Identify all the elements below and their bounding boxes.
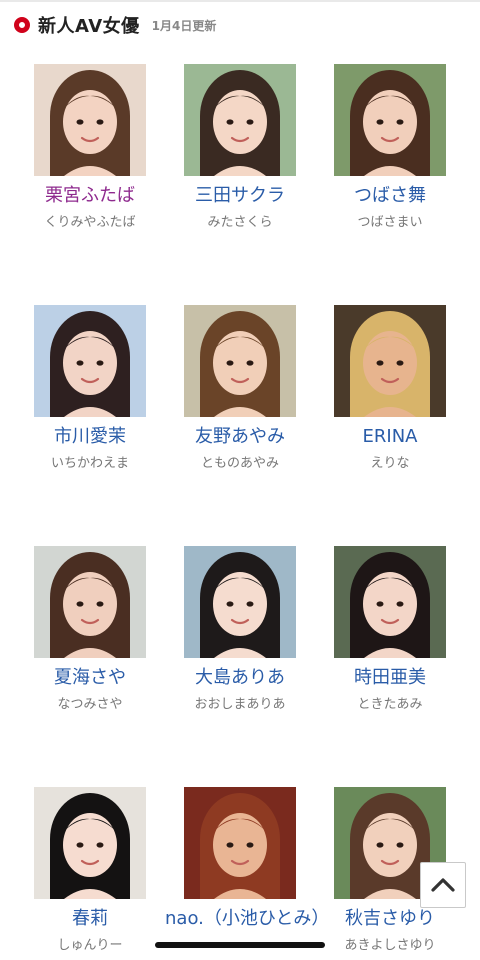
- actress-photo[interactable]: [334, 305, 446, 417]
- actress-name-link[interactable]: ERINA: [315, 425, 465, 449]
- actress-card[interactable]: 市川愛茉いちかわえま: [15, 305, 165, 473]
- actress-kana: おおしまありあ: [194, 697, 286, 712]
- actress-name-link[interactable]: nao.（小池ひとみ）: [165, 907, 329, 931]
- actress-photo[interactable]: [184, 787, 296, 899]
- actress-name-link[interactable]: つばさ舞: [315, 184, 465, 208]
- actress-name-link[interactable]: 三田サクラ: [165, 184, 315, 208]
- actress-name-link[interactable]: 友野あやみ: [165, 425, 315, 449]
- actress-card[interactable]: 大島ありあおおしまありあ: [165, 546, 315, 714]
- section-header: 新人AV女優 1月4日更新: [14, 10, 216, 40]
- actress-card[interactable]: 時田亜美 ときたあみ: [315, 546, 465, 714]
- actress-name-link[interactable]: 秋吉さゆり: [315, 907, 465, 931]
- actress-photo[interactable]: [334, 64, 446, 176]
- actress-kana: つばさまい: [357, 215, 423, 230]
- actress-card[interactable]: 夏海さや なつみさや: [15, 546, 165, 714]
- actress-photo[interactable]: [334, 546, 446, 658]
- actress-card[interactable]: 春莉 しゅんりー: [15, 787, 165, 955]
- scroll-to-top-button[interactable]: [420, 862, 466, 908]
- actress-photo[interactable]: [184, 546, 296, 658]
- actress-kana: えりな: [370, 456, 410, 471]
- home-indicator: [155, 942, 325, 948]
- actress-photo[interactable]: [184, 64, 296, 176]
- section-title: 新人AV女優: [38, 16, 140, 37]
- actress-kana: なつみさや: [57, 697, 123, 712]
- red-ring-icon: [14, 17, 30, 33]
- page: 新人AV女優 1月4日更新 栗宮ふたば くりみやふたば 三田サクラ みたさくら つばさ舞…: [0, 0, 480, 960]
- actress-kana: あきよしさゆり: [344, 938, 436, 953]
- actress-card[interactable]: nao.（小池ひとみ）: [165, 787, 329, 931]
- actress-card[interactable]: 三田サクラみたさくら: [165, 64, 315, 232]
- actress-name-link[interactable]: 時田亜美: [315, 666, 465, 690]
- actress-name-link[interactable]: 春莉: [15, 907, 165, 931]
- actress-photo[interactable]: [34, 787, 146, 899]
- actress-photo[interactable]: [184, 305, 296, 417]
- top-divider: [0, 0, 480, 2]
- actress-name-link[interactable]: 大島ありあ: [165, 666, 315, 690]
- updated-date: 1月4日更新: [151, 18, 217, 33]
- actress-kana: とものあやみ: [200, 456, 279, 471]
- actress-kana: くりみやふたば: [44, 215, 136, 230]
- actress-kana: いちかわえま: [50, 456, 129, 471]
- actress-kana: みたさくら: [207, 215, 273, 230]
- actress-name-link[interactable]: 夏海さや: [15, 666, 165, 690]
- actress-card[interactable]: ERINA えりな: [315, 305, 465, 473]
- actress-photo[interactable]: [34, 305, 146, 417]
- actress-photo[interactable]: [34, 64, 146, 176]
- actress-kana: しゅんりー: [57, 938, 123, 953]
- actress-card[interactable]: 友野あやみとものあやみ: [165, 305, 315, 473]
- actress-photo[interactable]: [34, 546, 146, 658]
- chevron-up-icon: [431, 878, 455, 892]
- actress-card[interactable]: つばさ舞 つばさまい: [315, 64, 465, 232]
- actress-name-link[interactable]: 市川愛茉: [15, 425, 165, 449]
- actress-name-link[interactable]: 栗宮ふたば: [15, 184, 165, 208]
- actress-kana: ときたあみ: [357, 697, 423, 712]
- actress-card[interactable]: 栗宮ふたばくりみやふたば: [15, 64, 165, 232]
